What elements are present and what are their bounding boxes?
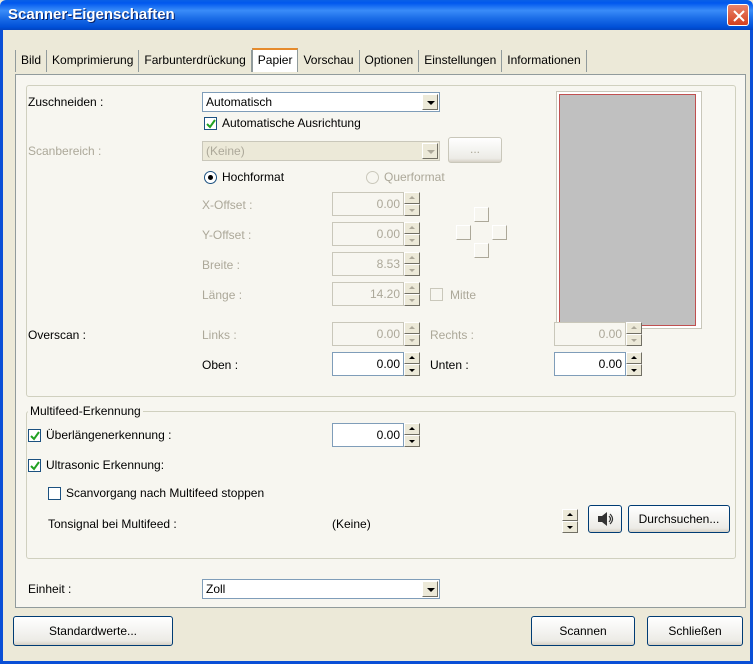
scan-area-select[interactable]: (Keine) (202, 141, 440, 161)
spinner-buttons[interactable] (404, 222, 420, 246)
top-label: Oben : (202, 358, 239, 372)
nudge-right-icon[interactable] (492, 225, 507, 240)
defaults-button[interactable]: Standardwerte... (13, 616, 173, 646)
top-field[interactable]: 0.00 (332, 352, 404, 376)
checkmark-icon (30, 431, 40, 441)
center-label: Mitte (450, 288, 477, 302)
spinner-buttons[interactable] (404, 322, 420, 346)
chevron-down-icon[interactable] (422, 143, 438, 159)
portrait-radio[interactable] (204, 171, 217, 184)
tone-spinner[interactable] (562, 509, 578, 533)
scan-area-select-value: (Keine) (206, 144, 245, 158)
crop-label: Zuschneiden : (28, 95, 104, 109)
right-field[interactable]: 0.00 (554, 322, 626, 346)
spinner-buttons[interactable] (626, 322, 642, 346)
ultrasonic-label: Ultrasonic Erkennung: (46, 458, 165, 472)
overlength-label: Überlängenerkennung : (46, 428, 172, 442)
auto-align-checkbox[interactable] (204, 117, 217, 130)
tone-label: Tonsignal bei Multifeed : (48, 517, 177, 531)
checkmark-icon (30, 461, 40, 471)
chevron-down-icon[interactable] (422, 581, 438, 597)
window-body: Bild Komprimierung Farbunterdrückung Pap… (0, 30, 753, 664)
paper-preview (556, 91, 702, 329)
unit-select[interactable]: Zoll (202, 579, 440, 599)
bottom-field[interactable]: 0.00 (554, 352, 626, 376)
spinner-buttons[interactable] (404, 423, 420, 447)
play-sound-button[interactable] (588, 505, 622, 533)
checkmark-icon (206, 119, 216, 129)
x-offset-field[interactable]: 0.00 (332, 192, 404, 216)
auto-align-label: Automatische Ausrichtung (222, 116, 361, 130)
tab-papier[interactable]: Papier (251, 48, 299, 72)
tab-vorschau[interactable]: Vorschau (298, 50, 360, 72)
width-field[interactable]: 8.53 (332, 252, 404, 276)
center-checkbox[interactable] (430, 288, 443, 301)
unit-select-value: Zoll (206, 582, 226, 596)
bottom-label: Unten : (430, 358, 469, 372)
ultrasonic-checkbox[interactable] (28, 459, 41, 472)
crop-select-value: Automatisch (206, 95, 273, 109)
tab-einstellungen[interactable]: Einstellungen (419, 50, 503, 72)
length-label: Länge : (202, 288, 243, 302)
scan-area-browse-button[interactable]: ... (448, 137, 502, 163)
right-label: Rechts : (430, 328, 475, 342)
crop-select[interactable]: Automatisch (202, 92, 440, 112)
multifeed-group-title: Multifeed-Erkennung (28, 404, 143, 418)
spinner-buttons[interactable] (626, 352, 642, 376)
y-offset-field[interactable]: 0.00 (332, 222, 404, 246)
portrait-label: Hochformat (222, 170, 285, 184)
tone-value: (Keine) (332, 517, 371, 531)
spinner-buttons[interactable] (404, 352, 420, 376)
stop-on-multifeed-label: Scanvorgang nach Multifeed stoppen (66, 486, 265, 500)
speaker-icon (598, 512, 614, 526)
tab-informationen[interactable]: Informationen (502, 50, 587, 72)
close-button[interactable] (727, 4, 749, 26)
preview-page (559, 94, 696, 326)
landscape-radio[interactable] (366, 171, 379, 184)
spinner-buttons[interactable] (404, 192, 420, 216)
overlength-checkbox[interactable] (28, 429, 41, 442)
close-icon (733, 10, 745, 22)
window-title: Scanner-Eigenschaften (8, 6, 175, 23)
spinner-buttons[interactable] (404, 252, 420, 276)
title-bar: Scanner-Eigenschaften (0, 0, 753, 30)
spinner-buttons[interactable] (562, 509, 578, 533)
x-offset-label: X-Offset : (202, 198, 253, 212)
tab-strip: Bild Komprimierung Farbunterdrückung Pap… (15, 48, 587, 72)
overscan-label: Overscan : (28, 328, 87, 342)
left-label: Links : (202, 328, 237, 342)
close-dialog-button[interactable]: Schließen (647, 616, 743, 646)
landscape-label: Querformat (384, 170, 445, 184)
tab-bild[interactable]: Bild (15, 50, 48, 72)
y-offset-label: Y-Offset : (202, 228, 252, 242)
scan-button[interactable]: Scannen (531, 616, 635, 646)
spinner-buttons[interactable] (404, 282, 420, 306)
tab-optionen[interactable]: Optionen (359, 50, 420, 72)
nudge-down-icon[interactable] (474, 243, 489, 258)
stop-on-multifeed-checkbox[interactable] (48, 487, 61, 500)
browse-sound-button[interactable]: Durchsuchen... (628, 505, 730, 533)
nudge-up-icon[interactable] (474, 207, 489, 222)
length-field[interactable]: 14.20 (332, 282, 404, 306)
tab-farbunterdrueckung[interactable]: Farbunterdrückung (139, 50, 252, 72)
unit-label: Einheit : (28, 582, 72, 596)
nudge-left-icon[interactable] (456, 225, 471, 240)
overlength-field[interactable]: 0.00 (332, 423, 404, 447)
scan-area-label: Scanbereich : (28, 144, 102, 158)
tab-panel-papier: Zuschneiden : Automatisch Automatische A… (15, 74, 746, 608)
tab-komprimierung[interactable]: Komprimierung (47, 50, 140, 72)
width-label: Breite : (202, 258, 241, 272)
chevron-down-icon[interactable] (422, 94, 438, 110)
left-field[interactable]: 0.00 (332, 322, 404, 346)
